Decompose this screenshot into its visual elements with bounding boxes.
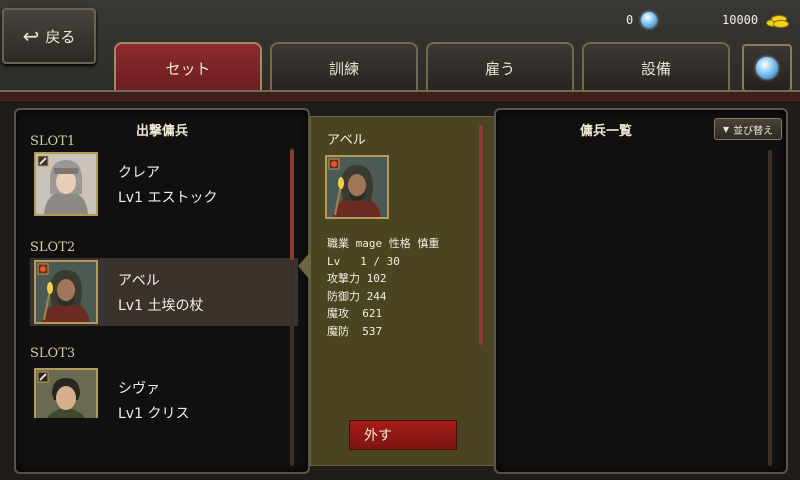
triangle-down-icon: ▼: [722, 124, 730, 134]
sort-button-label: 並び替え: [733, 125, 774, 137]
header-divider: [0, 90, 800, 103]
tab-set[interactable]: セット: [114, 42, 262, 92]
mercenary-detail-panel: アベル 職業 mage 性格 慎重 Lv 1 / 30 攻撃力 102 防御力 …: [310, 116, 496, 466]
mage-portrait-icon: [36, 262, 96, 322]
stat-defense: 防御力 244: [327, 289, 387, 303]
scrollbar-thumb[interactable]: [479, 125, 483, 345]
selection-pointer-icon: [298, 252, 310, 280]
back-button[interactable]: ↩ 戻る: [2, 8, 96, 64]
slot-3-mercenary[interactable]: シヴァ Lv1 クリス: [30, 366, 298, 418]
tab-training[interactable]: 訓練: [270, 42, 418, 92]
slot-2-mercenary-selected[interactable]: アベル Lv1 土埃の杖: [30, 258, 298, 326]
gold-count: 10000: [722, 13, 759, 27]
knight-portrait-icon: [36, 154, 96, 214]
tab-label: 訓練: [328, 59, 359, 78]
gold-counter: 10000: [722, 10, 790, 30]
stat-magic-attack: 魔攻 621: [327, 307, 383, 320]
tab-label: セット: [165, 59, 211, 78]
gem-count: 0: [626, 13, 634, 27]
tab-label: 設備: [640, 59, 671, 78]
gem-counter: 0: [626, 10, 658, 30]
stat-magic-defense: 魔防 537: [327, 324, 383, 338]
mercenary-name: アベル: [118, 273, 160, 289]
mage-portrait-icon: [327, 157, 387, 217]
mercenary-level-weapon: Lv1 クリス: [118, 406, 190, 418]
mercenary-portrait: [34, 368, 98, 418]
mercenary-name: クレア: [118, 165, 160, 181]
panel-title: 傭兵一覧: [579, 124, 632, 139]
rogue-portrait-icon: [36, 370, 96, 418]
top-bar: ↩ 戻る 0 10000 セット 訓練 雇う 設備: [0, 0, 800, 92]
sort-button[interactable]: ▼ 並び替え: [714, 118, 782, 140]
stat-job-personality: 職業 mage 性格 慎重: [327, 237, 440, 250]
stats-list: 職業 mage 性格 慎重 Lv 1 / 30 攻撃力 102 防御力 244 …: [327, 235, 439, 340]
scrollbar-thumb[interactable]: [290, 150, 294, 260]
gem-icon: [641, 12, 658, 28]
gem-shop-button[interactable]: [742, 44, 792, 92]
mercenary-portrait: [34, 260, 98, 324]
tab-hire[interactable]: 雇う: [426, 42, 574, 92]
gem-icon: [756, 57, 778, 79]
stat-level: Lv 1 / 30: [327, 254, 400, 268]
return-arrow-icon: ↩: [22, 24, 40, 48]
stat-attack: 攻撃力 102: [327, 272, 387, 285]
slot-1-mercenary[interactable]: クレア Lv1 エストック: [30, 150, 298, 218]
slot-row: シヴァ Lv1 クリス: [30, 366, 298, 418]
remove-button-label: 外す: [364, 428, 392, 444]
back-button-label: 戻る: [45, 27, 76, 46]
mercenary-level-weapon: Lv1 土埃の杖: [118, 298, 204, 314]
remove-button[interactable]: 外す: [349, 420, 457, 450]
deployed-mercenaries-panel: 出撃傭兵 SLOT1 クレア Lv1 エストック SLOT2 アベル Lv1 土…: [14, 108, 310, 474]
mercenary-name: シヴァ: [118, 381, 160, 397]
mercenary-portrait: [34, 152, 98, 216]
detail-name: アベル: [327, 133, 366, 148]
mercenary-list-panel: 傭兵一覧 ▼ 並び替え: [494, 108, 788, 474]
mercenary-level-weapon: Lv1 エストック: [118, 190, 218, 206]
slot-label: SLOT3: [30, 346, 76, 361]
slot-label: SLOT2: [30, 240, 76, 255]
tab-facilities[interactable]: 設備: [582, 42, 730, 92]
detail-portrait: [325, 155, 389, 219]
tab-label: 雇う: [484, 59, 515, 78]
scrollbar-track[interactable]: [768, 150, 772, 466]
slot-label: SLOT1: [30, 134, 76, 149]
gold-coins-icon: [766, 14, 790, 28]
